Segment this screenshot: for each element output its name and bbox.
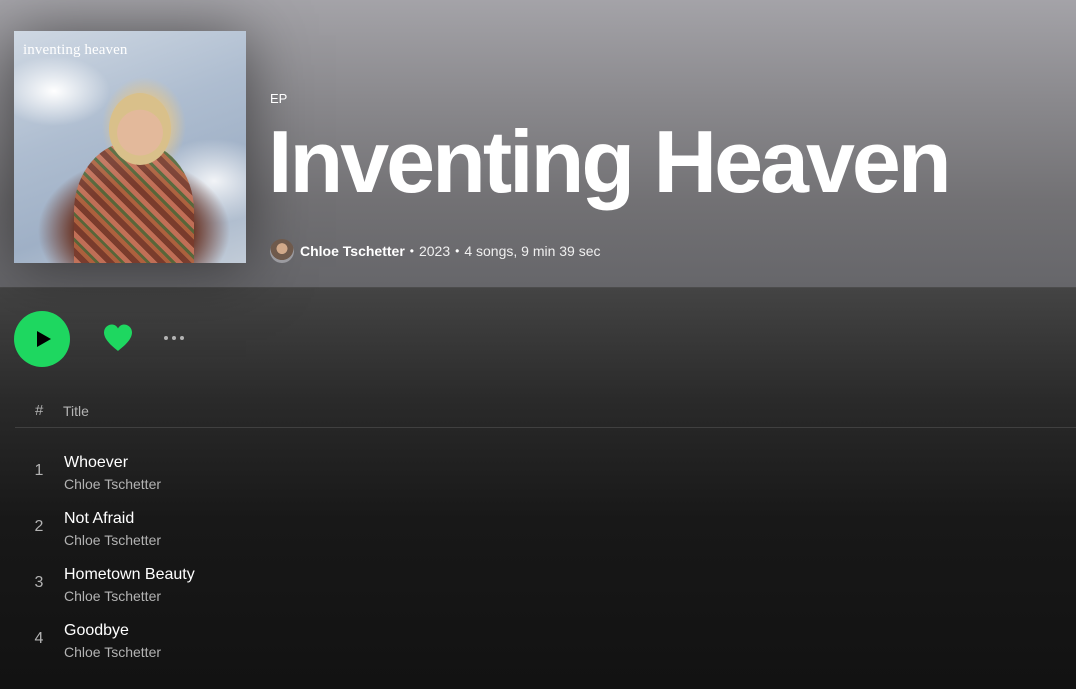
- meta-separator: •: [409, 244, 414, 258]
- track-title[interactable]: Whoever: [64, 454, 128, 472]
- track-number: 3: [34, 574, 44, 591]
- track-row[interactable]: 4 Goodbye Chloe Tschetter: [15, 612, 1076, 668]
- track-number: 2: [34, 518, 44, 535]
- track-title[interactable]: Goodbye: [64, 622, 129, 640]
- album-type-label: EP: [270, 91, 288, 106]
- track-row[interactable]: 2 Not Afraid Chloe Tschetter: [15, 500, 1076, 556]
- play-button[interactable]: [14, 311, 70, 367]
- tracklist-header: # Title: [15, 400, 1076, 428]
- artist-avatar[interactable]: [270, 239, 294, 263]
- column-number[interactable]: #: [35, 402, 43, 419]
- album-year: 2023: [418, 243, 451, 259]
- cover-photo-head: [109, 93, 171, 165]
- column-title[interactable]: Title: [63, 403, 89, 419]
- track-artist[interactable]: Chloe Tschetter: [64, 476, 161, 492]
- album-header: inventing heaven EP Inventing Heaven Chl…: [0, 0, 1076, 287]
- album-page: inventing heaven EP Inventing Heaven Chl…: [0, 0, 1076, 689]
- album-summary: 4 songs, 9 min 39 sec: [464, 243, 601, 259]
- track-row[interactable]: 1 Whoever Chloe Tschetter: [15, 444, 1076, 500]
- track-artist[interactable]: Chloe Tschetter: [64, 532, 161, 548]
- cover-text: inventing heaven: [23, 42, 128, 58]
- track-artist[interactable]: Chloe Tschetter: [64, 588, 161, 604]
- album-meta: Chloe Tschetter • 2023 • 4 songs, 9 min …: [270, 239, 601, 263]
- track-number: 1: [34, 462, 44, 479]
- track-title[interactable]: Not Afraid: [64, 510, 134, 528]
- track-number: 4: [34, 630, 44, 647]
- like-button[interactable]: [102, 322, 134, 354]
- heart-icon: [104, 324, 132, 351]
- play-icon: [37, 331, 51, 347]
- more-options-icon: [180, 336, 184, 340]
- more-options-icon: [164, 336, 168, 340]
- tracklist: 1 Whoever Chloe Tschetter 2 Not Afraid C…: [15, 444, 1076, 668]
- track-row[interactable]: 3 Hometown Beauty Chloe Tschetter: [15, 556, 1076, 612]
- artist-link[interactable]: Chloe Tschetter: [300, 243, 405, 259]
- album-cover[interactable]: inventing heaven: [14, 31, 246, 263]
- track-artist[interactable]: Chloe Tschetter: [64, 644, 161, 660]
- more-options-icon: [172, 336, 176, 340]
- album-title: Inventing Heaven: [268, 112, 952, 211]
- track-title[interactable]: Hometown Beauty: [64, 566, 195, 584]
- meta-separator: •: [455, 244, 460, 258]
- more-options-button[interactable]: [158, 326, 190, 350]
